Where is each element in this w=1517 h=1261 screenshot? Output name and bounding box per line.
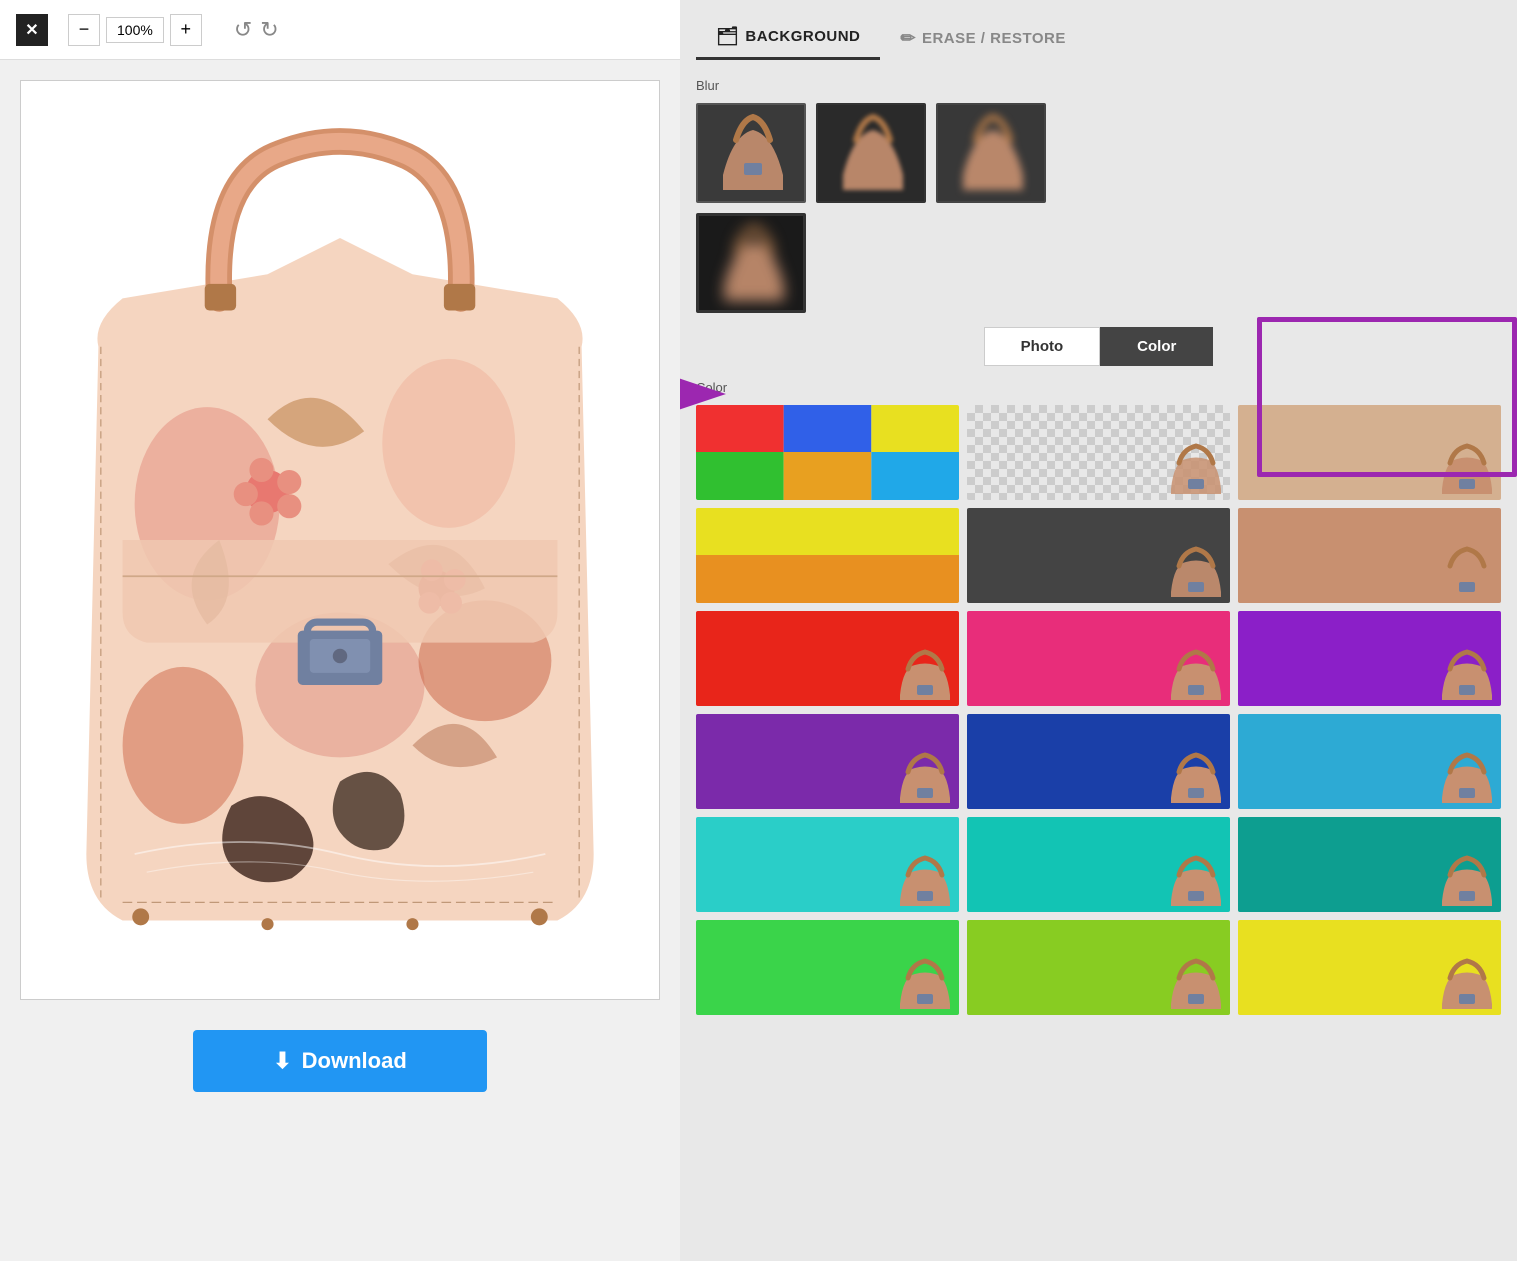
download-button[interactable]: ⬇ Download <box>193 1030 487 1092</box>
tab-erase-restore[interactable]: ✏ ERASE / RESTORE <box>880 18 1086 59</box>
color-section: Color <box>696 380 1501 1015</box>
photo-color-toggle: Photo Color <box>696 327 1501 366</box>
blur-thumb-2[interactable] <box>936 103 1046 203</box>
bag-canvas-svg <box>21 81 659 999</box>
color-blue-bg[interactable] <box>967 714 1230 809</box>
color-yellow-bg[interactable] <box>1238 920 1501 1015</box>
right-panel: 🗂 BACKGROUND ✏ ERASE / RESTORE Blur <box>680 0 1517 1261</box>
color-teal2-bg[interactable] <box>967 817 1230 912</box>
download-label: Download <box>302 1048 407 1074</box>
blur-section: Blur <box>696 78 1501 313</box>
background-tab-label: BACKGROUND <box>745 28 860 45</box>
blur-thumb-1[interactable] <box>816 103 926 203</box>
color-teal-bg[interactable] <box>696 817 959 912</box>
color-dark-bag[interactable] <box>967 508 1230 603</box>
blur-thumbs-row <box>696 103 1501 203</box>
photo-toggle-button[interactable]: Photo <box>984 327 1101 366</box>
erase-tab-icon: ✏ <box>900 28 916 49</box>
blur-thumbs-row2 <box>696 213 1501 313</box>
color-label: Color <box>696 380 1501 395</box>
color-toggle-button[interactable]: Color <box>1100 327 1213 366</box>
right-panel-inner: 🗂 BACKGROUND ✏ ERASE / RESTORE Blur <box>696 16 1501 1015</box>
download-area: ⬇ Download <box>193 1030 487 1092</box>
left-panel: ✕ − 100% + ↺ ↻ <box>0 0 680 1261</box>
toolbar: ✕ − 100% + ↺ ↻ <box>0 0 680 60</box>
erase-tab-label: ERASE / RESTORE <box>922 30 1066 47</box>
color-swatch-multi[interactable] <box>696 405 959 500</box>
blur-thumb-3[interactable] <box>696 213 806 313</box>
color-green-bg[interactable] <box>696 920 959 1015</box>
blur-thumb-0[interactable] <box>696 103 806 203</box>
download-icon: ⬇ <box>273 1048 291 1074</box>
toggle-color-wrapper: Photo Color <box>696 327 1501 366</box>
history-controls: ↺ ↻ <box>234 17 279 43</box>
undo-button[interactable]: ↺ <box>234 17 252 43</box>
color-pink-bg[interactable] <box>967 611 1230 706</box>
canvas-area <box>20 80 660 1000</box>
zoom-out-button[interactable]: − <box>68 14 100 46</box>
color-purple2-bg[interactable] <box>696 714 959 809</box>
close-button[interactable]: ✕ <box>16 14 48 46</box>
color-cyan-bg[interactable] <box>1238 714 1501 809</box>
tab-background[interactable]: 🗂 BACKGROUND <box>696 16 880 60</box>
zoom-in-button[interactable]: + <box>170 14 202 46</box>
redo-button[interactable]: ↻ <box>260 17 278 43</box>
zoom-value: 100% <box>106 17 164 43</box>
background-tab-icon: 🗂 <box>716 26 739 47</box>
color-purple-bg[interactable] <box>1238 611 1501 706</box>
color-bag-plain[interactable] <box>1238 405 1501 500</box>
color-skin-bag[interactable] <box>1238 508 1501 603</box>
color-red-bg[interactable] <box>696 611 959 706</box>
color-transparent[interactable] <box>967 405 1230 500</box>
zoom-controls: − 100% + <box>68 14 202 46</box>
blur-label: Blur <box>696 78 1501 93</box>
color-swatch-yg[interactable] <box>696 508 959 603</box>
color-grid <box>696 405 1501 1015</box>
color-green2-bg[interactable] <box>967 920 1230 1015</box>
top-tabs: 🗂 BACKGROUND ✏ ERASE / RESTORE <box>696 16 1501 60</box>
color-teal3-bg[interactable] <box>1238 817 1501 912</box>
